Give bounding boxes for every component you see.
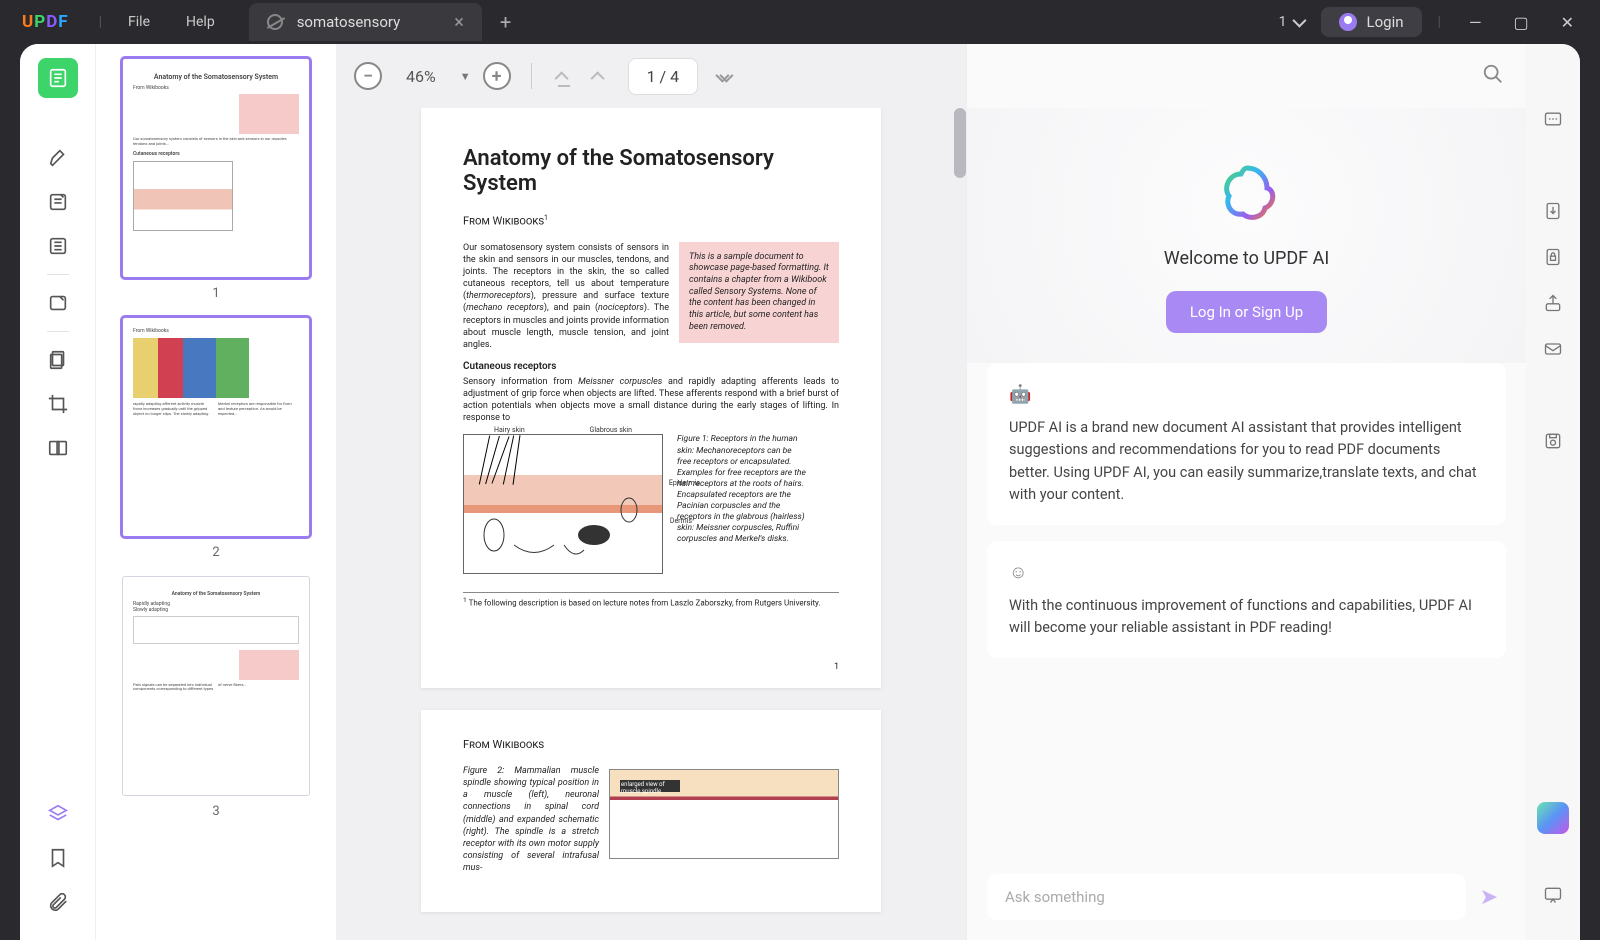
tab-close-button[interactable]: ×: [454, 12, 464, 33]
updf-ai-logo-icon: [1217, 162, 1277, 222]
separator: |: [1438, 14, 1441, 30]
share-button[interactable]: [1538, 288, 1568, 318]
document-tab[interactable]: somatosensory ×: [249, 3, 482, 41]
right-toolbar: [1526, 44, 1580, 940]
zoom-dropdown[interactable]: ▼: [460, 70, 471, 83]
page-1: Anatomy of the Somatosensory System From…: [421, 108, 881, 688]
bookmark-tool[interactable]: [38, 838, 78, 878]
layers-tool[interactable]: [38, 794, 78, 834]
menu-file[interactable]: File: [110, 14, 168, 30]
credits-indicator[interactable]: 1: [1269, 14, 1313, 30]
prev-page-button[interactable]: [588, 66, 610, 87]
page-canvas[interactable]: Anatomy of the Somatosensory System From…: [336, 108, 966, 940]
send-button[interactable]: ➤: [1466, 885, 1506, 910]
page-indicator[interactable]: 1 / 4: [628, 58, 699, 95]
doc-source: From Wikibooks: [463, 738, 839, 751]
zoom-in-button[interactable]: +: [483, 62, 511, 90]
thumbnail-page-1[interactable]: Anatomy of the Somatosensory System From…: [122, 58, 310, 278]
footnote: 1 The following description is based on …: [463, 592, 839, 608]
edit-text-tool[interactable]: [38, 226, 78, 266]
ai-chat-input[interactable]: [987, 874, 1466, 920]
zoom-level: 46%: [394, 67, 448, 86]
crop-tool[interactable]: [38, 384, 78, 424]
sample-notice-box: This is a sample document to showcase pa…: [679, 242, 839, 344]
thumbnail-number: 2: [112, 545, 320, 560]
thumbnail-page-2[interactable]: From Wikibooks rapidly adapting afferent…: [122, 317, 310, 537]
zoom-out-button[interactable]: −: [354, 62, 382, 90]
ai-welcome-hero: Welcome to UPDF AI Log In or Sign Up: [967, 108, 1526, 363]
reader-tool[interactable]: [38, 58, 78, 98]
scrollbar[interactable]: [954, 108, 966, 178]
feedback-button[interactable]: [1538, 880, 1568, 910]
figure-2-diagram: enlarged view of muscle spindle: [609, 769, 839, 859]
ai-toggle-button[interactable]: [1537, 802, 1569, 834]
email-button[interactable]: [1538, 334, 1568, 364]
protect-button[interactable]: [1538, 242, 1568, 272]
minimize-button[interactable]: —: [1457, 13, 1494, 32]
tab-icon: [267, 14, 283, 30]
left-toolbar: [20, 44, 96, 940]
login-button[interactable]: Login: [1321, 7, 1422, 37]
save-button[interactable]: [1538, 426, 1568, 456]
annotate-tool[interactable]: [38, 182, 78, 222]
avatar-icon: [1339, 13, 1357, 31]
page-number: 1: [834, 662, 839, 672]
page-2: From Wikibooks enlarged view of muscle s…: [421, 710, 881, 912]
document-viewer: − 46% ▼ + 1 / 4 Anatomy of the Somatosen…: [336, 44, 966, 940]
close-button[interactable]: ✕: [1549, 13, 1586, 32]
robot-icon: 🤖: [1009, 381, 1484, 409]
doc-subheading: Cutaneous receptors: [463, 361, 839, 372]
ai-welcome-text: Welcome to UPDF AI: [1164, 248, 1329, 269]
thumbnail-number: 1: [112, 286, 320, 301]
ai-intro-card: ☺ With the continuous improvement of fun…: [987, 541, 1506, 658]
figure-1-diagram: Hairy skin Glabrous skin Epidermis Dermi…: [463, 434, 663, 574]
doc-paragraph: Sensory information from Meissner corpus…: [463, 376, 839, 425]
form-tool[interactable]: [38, 283, 78, 323]
ai-intro-card: 🤖 UPDF AI is a brand new document AI ass…: [987, 363, 1506, 525]
new-tab-button[interactable]: +: [500, 10, 511, 34]
convert-button[interactable]: [1538, 196, 1568, 226]
attachment-tool[interactable]: [38, 882, 78, 922]
first-page-button[interactable]: [552, 66, 576, 87]
tab-title: somatosensory: [297, 13, 401, 31]
menu-help[interactable]: Help: [168, 14, 233, 30]
ai-panel: Welcome to UPDF AI Log In or Sign Up 🤖 U…: [966, 44, 1526, 940]
maximize-button[interactable]: ▢: [1501, 13, 1540, 32]
thumbnail-page-3[interactable]: Anatomy of the Somatosensory System Rapi…: [122, 576, 310, 796]
search-icon[interactable]: [1482, 63, 1504, 90]
doc-source: From Wikibooks1: [463, 214, 839, 228]
ai-login-button[interactable]: Log In or Sign Up: [1166, 291, 1327, 333]
separator: [531, 63, 532, 89]
thumbnail-number: 3: [112, 804, 320, 819]
figure-2-caption: Figure 2: Mammalian muscle spindle showi…: [463, 765, 603, 874]
compare-tool[interactable]: [38, 428, 78, 468]
separator: |: [99, 14, 102, 30]
smile-icon: ☺: [1009, 559, 1484, 587]
ocr-button[interactable]: [1538, 104, 1568, 134]
doc-title: Anatomy of the Somatosensory System: [463, 146, 839, 196]
figure-1-caption: Figure 1: Receptors in the human skin: M…: [677, 434, 807, 574]
next-page-button[interactable]: [710, 66, 736, 87]
thumbnail-panel: Anatomy of the Somatosensory System From…: [96, 44, 336, 940]
highlight-tool[interactable]: [38, 138, 78, 178]
app-logo: UPDF: [0, 12, 91, 32]
organize-tool[interactable]: [38, 340, 78, 380]
view-toolbar: − 46% ▼ + 1 / 4: [336, 44, 966, 108]
chevron-down-icon: [1292, 14, 1306, 28]
